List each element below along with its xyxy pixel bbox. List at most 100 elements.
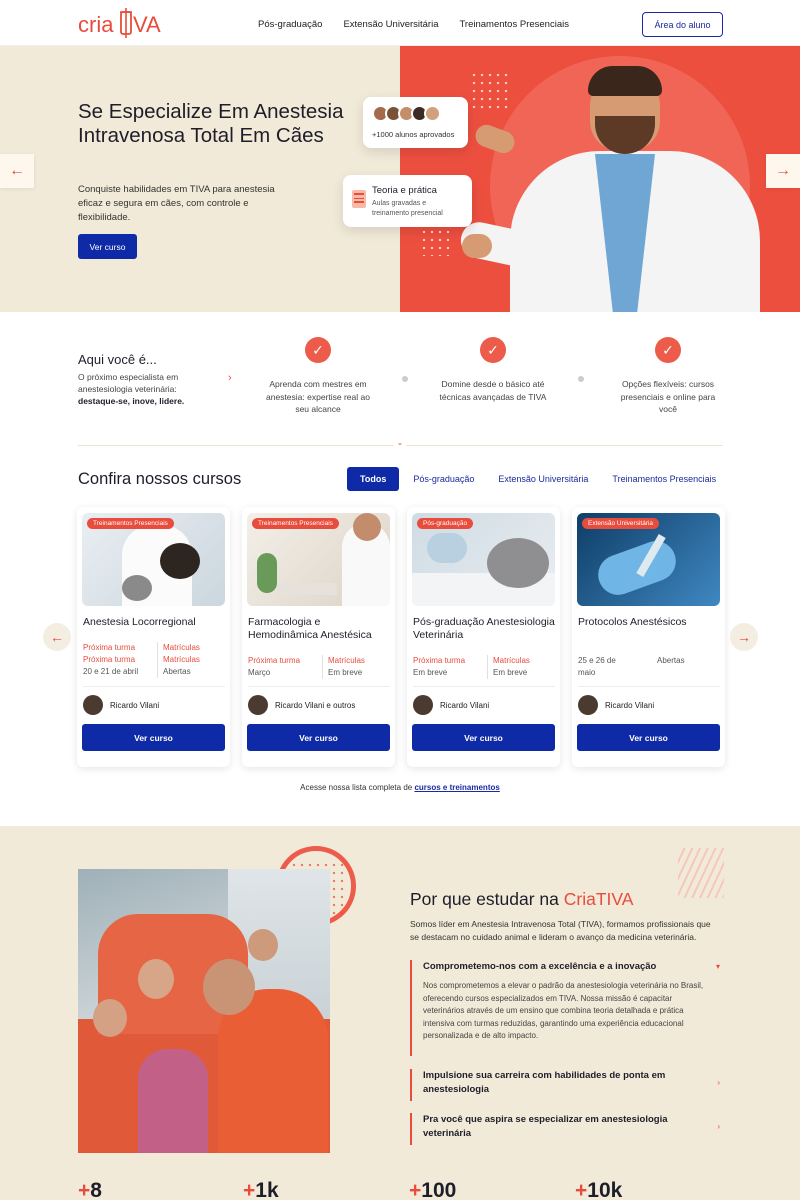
meta-value: Em breve [487,667,527,679]
doctor-hand [462,234,492,258]
filter-extensao-universitaria[interactable]: Extensão Universitária [486,474,600,484]
check-icon: ✓ [305,337,331,363]
chevron-right-icon[interactable]: › [717,1078,720,1087]
instructor: Ricardo Vilani [578,695,654,715]
features-description-text: O próximo especialista em anestesiologia… [78,372,179,394]
accordion-item-2[interactable]: Impulsione sua carreira com habilidades … [410,1069,720,1101]
chevron-down-icon[interactable]: ▾ [716,962,720,971]
instructor: Ricardo Vilani [83,695,159,715]
meta-label: Matrículas [157,642,200,654]
accordion-item-1[interactable]: Comprometemo-nos com a excelência e a in… [410,960,720,1056]
nav-treinamentos-presenciais[interactable]: Treinamentos Presenciais [459,19,568,30]
instructor: Ricardo Vilani [413,695,489,715]
theory-text: Aulas gravadas e treinamento presencial [372,200,443,217]
instructor-name: Ricardo Vilani e outros [275,700,356,710]
student-area-button[interactable]: Área do aluno [642,12,723,37]
meta-label: Matrículas [157,654,200,666]
accordion-title[interactable]: Impulsione sua carreira com habilidades … [423,1069,703,1097]
instructor-name: Ricardo Vilani [110,700,160,710]
instructor-name: Ricardo Vilani [440,700,490,710]
courses-title: Confira nossos cursos [78,470,242,488]
theory-title: Teoria e prática [372,185,437,196]
decor-stripes [678,848,724,898]
filter-todos[interactable]: Todos [347,467,400,491]
course-filters: Todos Pós-graduação Extensão Universitár… [347,467,728,491]
doctor-hair [588,66,662,96]
accordion-body: Nos comprometemos a elevar o padrão da a… [423,981,704,1040]
course-tag: Pós-graduação [417,518,474,529]
stat-4: +10k [575,1179,622,1200]
site-header: cria VA Pós-graduação Extensão Universit… [0,0,800,46]
check-icon: ✓ [655,337,681,363]
course-name[interactable]: Farmacologia e Hemodinâmica Anestésica [248,616,390,642]
course-name[interactable]: Pós-graduação Anestesiologia Veterinária [413,616,555,642]
course-cta-button[interactable]: Ver curso [247,724,390,751]
meta-label: Próxima turma [248,656,301,665]
nav-extensao-universitaria[interactable]: Extensão Universitária [343,19,438,30]
course-cta-button[interactable]: Ver curso [82,724,225,751]
feature-item-3: ✓ Opções flexíveis: cursos presenciais e… [613,337,723,416]
course-card-3: Pós-graduação Pós-graduação Anestesiolog… [407,507,560,767]
hero-prev-arrow[interactable]: ← [0,154,34,188]
theory-practice-badge: Teoria e prática Aulas gravadas e treina… [343,175,472,227]
avatar [424,105,441,122]
card-divider [413,686,555,687]
course-card-4: Extensão Universitária Protocolos Anesté… [572,507,725,767]
logo[interactable]: cria VA [78,6,162,47]
stat-2: +1k [243,1179,279,1200]
hero-cta-button[interactable]: Ver curso [78,234,137,259]
filter-treinamentos-presenciais[interactable]: Treinamentos Presenciais [600,474,728,484]
full-list-prefix: Acesse nossa lista completa de [300,783,413,792]
accordion-title[interactable]: Pra você que aspira se especializar em a… [423,1113,703,1141]
features-intro: Aqui você é... O próximo especialista em… [78,352,208,407]
feature-text: Opções flexíveis: cursos presenciais e o… [620,379,716,414]
page: cria VA Pós-graduação Extensão Universit… [0,0,800,1200]
filter-pos-graduacao[interactable]: Pós-graduação [401,474,486,484]
carousel-prev-arrow[interactable]: ← [43,623,71,651]
avatar-group [372,105,441,122]
accordion-title[interactable]: Comprometemo-nos com a excelência e a in… [423,960,703,974]
course-name[interactable]: Protocolos Anestésicos [578,616,720,629]
card-divider [578,686,720,687]
stat-value: 1k [255,1179,279,1200]
card-divider [248,686,390,687]
nav-pos-graduacao[interactable]: Pós-graduação [258,19,322,30]
meta-value: Em breve [413,668,448,677]
svg-text:cria: cria [78,12,114,37]
instructor: Ricardo Vilani e outros [248,695,355,715]
chevron-right-icon[interactable]: › [717,1122,720,1131]
full-list-text: Acesse nossa lista completa de cursos e … [0,783,800,792]
instructor-name: Ricardo Vilani [605,700,655,710]
chevron-down-icon[interactable]: ⌄ [394,438,406,452]
certificate-icon [352,190,366,208]
meta-label: Matrículas [322,655,365,667]
hero-description: Conquiste habilidades em TIVA para anest… [78,184,275,223]
course-tag: Treinamentos Presenciais [252,518,339,529]
why-description: Somos líder em Anestesia Intravenosa Tot… [410,919,711,942]
hero-title: Se Especialize Em Anestesia Intravenosa … [78,100,344,147]
meta-value: Abertas [657,656,685,665]
chevron-right-icon: › [228,372,232,384]
meta-label: Próxima turma [413,656,466,665]
hero-next-arrow[interactable]: → [766,154,800,188]
course-cta-button[interactable]: Ver curso [412,724,555,751]
accordion-item-3[interactable]: Pra você que aspira se especializar em a… [410,1113,720,1145]
feature-item-2: ✓ Domine desde o básico até técnicas ava… [438,337,548,403]
why-title-brand: CriaTIVA [563,889,634,909]
meta-value: 20 e 21 de abril [83,667,139,676]
course-name[interactable]: Anestesia Locorregional [83,616,225,629]
course-cta-button[interactable]: Ver curso [577,724,720,751]
course-tag: Extensão Universitária [582,518,660,529]
meta-label: Matrículas [487,655,530,667]
check-icon: ✓ [480,337,506,363]
carousel-next-arrow[interactable]: → [730,623,758,651]
features-description: O próximo especialista em anestesiologia… [78,371,208,407]
course-card-2: Treinamentos Presenciais Farmacologia e … [242,507,395,767]
avatar [248,695,268,715]
full-list-link[interactable]: cursos e treinamentos [414,783,499,792]
students-photo [78,869,330,1153]
stat-1: +8 [78,1179,102,1200]
stat-value: 100 [421,1179,457,1200]
card-divider [83,686,225,687]
stat-prefix: + [409,1179,422,1200]
